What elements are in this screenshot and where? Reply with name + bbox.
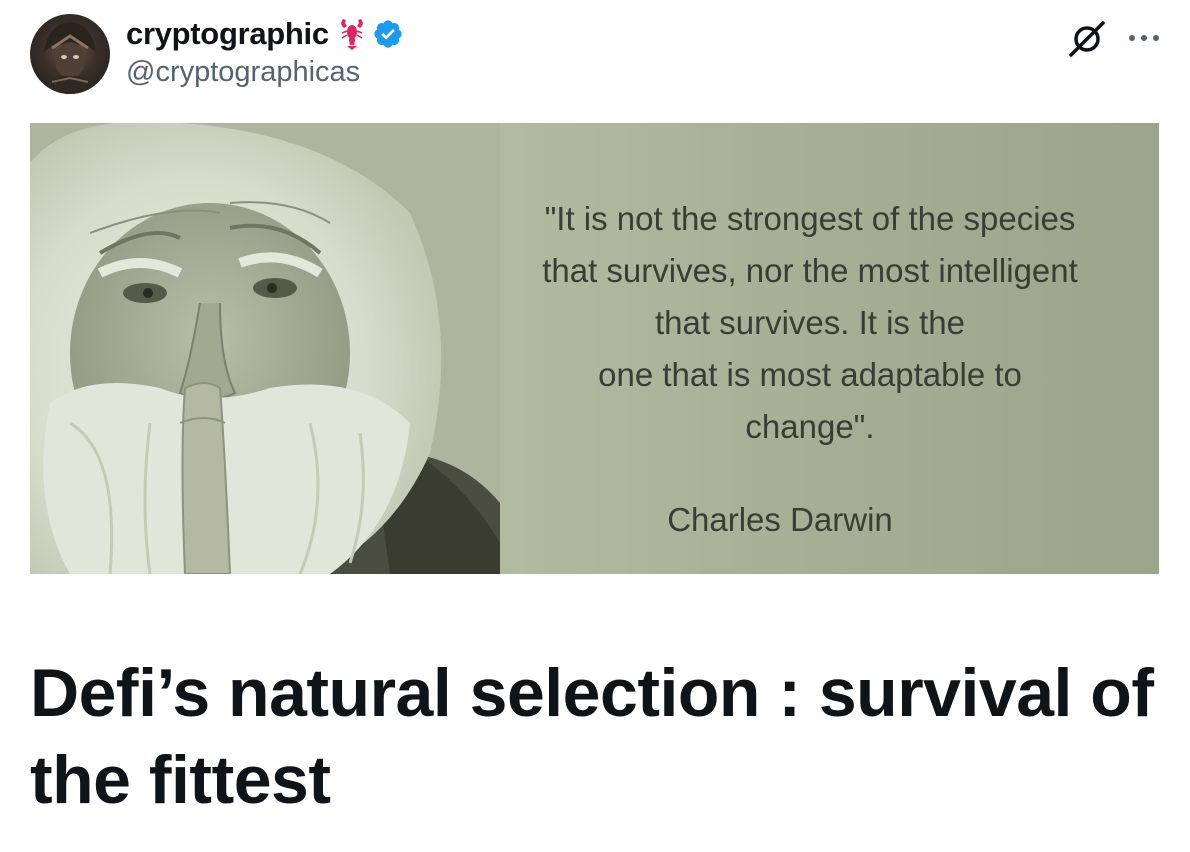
quote-line: one that is most adaptable to — [598, 356, 1022, 393]
article-title[interactable]: Defi’s natural selection : survival of t… — [30, 650, 1160, 824]
avatar[interactable] — [30, 14, 110, 94]
verified-badge-icon[interactable] — [372, 18, 404, 50]
author-display-name[interactable]: cryptographic — [126, 16, 329, 52]
more-options-icon[interactable] — [1124, 20, 1164, 56]
quote-line: that survives. It is the — [655, 304, 965, 341]
tweet-header: cryptographic @cryptographicas — [0, 0, 1190, 110]
lobster-icon — [341, 19, 363, 50]
author-handle[interactable]: @cryptographicas — [126, 56, 360, 89]
quote-attribution: Charles Darwin — [667, 501, 893, 538]
quote-line: that survives, nor the most intelligent — [542, 252, 1078, 289]
quote-line: "It is not the strongest of the species — [544, 200, 1076, 237]
tweet-media-image[interactable]: "It is not the strongest of the species … — [30, 123, 1159, 574]
darwin-portrait — [30, 123, 500, 574]
quote-text: "It is not the strongest of the species … — [470, 193, 1150, 453]
grok-icon[interactable] — [1066, 18, 1108, 60]
author-name-row[interactable]: cryptographic — [126, 14, 404, 54]
avatar-image — [44, 22, 96, 94]
quote-line: change". — [745, 408, 875, 445]
